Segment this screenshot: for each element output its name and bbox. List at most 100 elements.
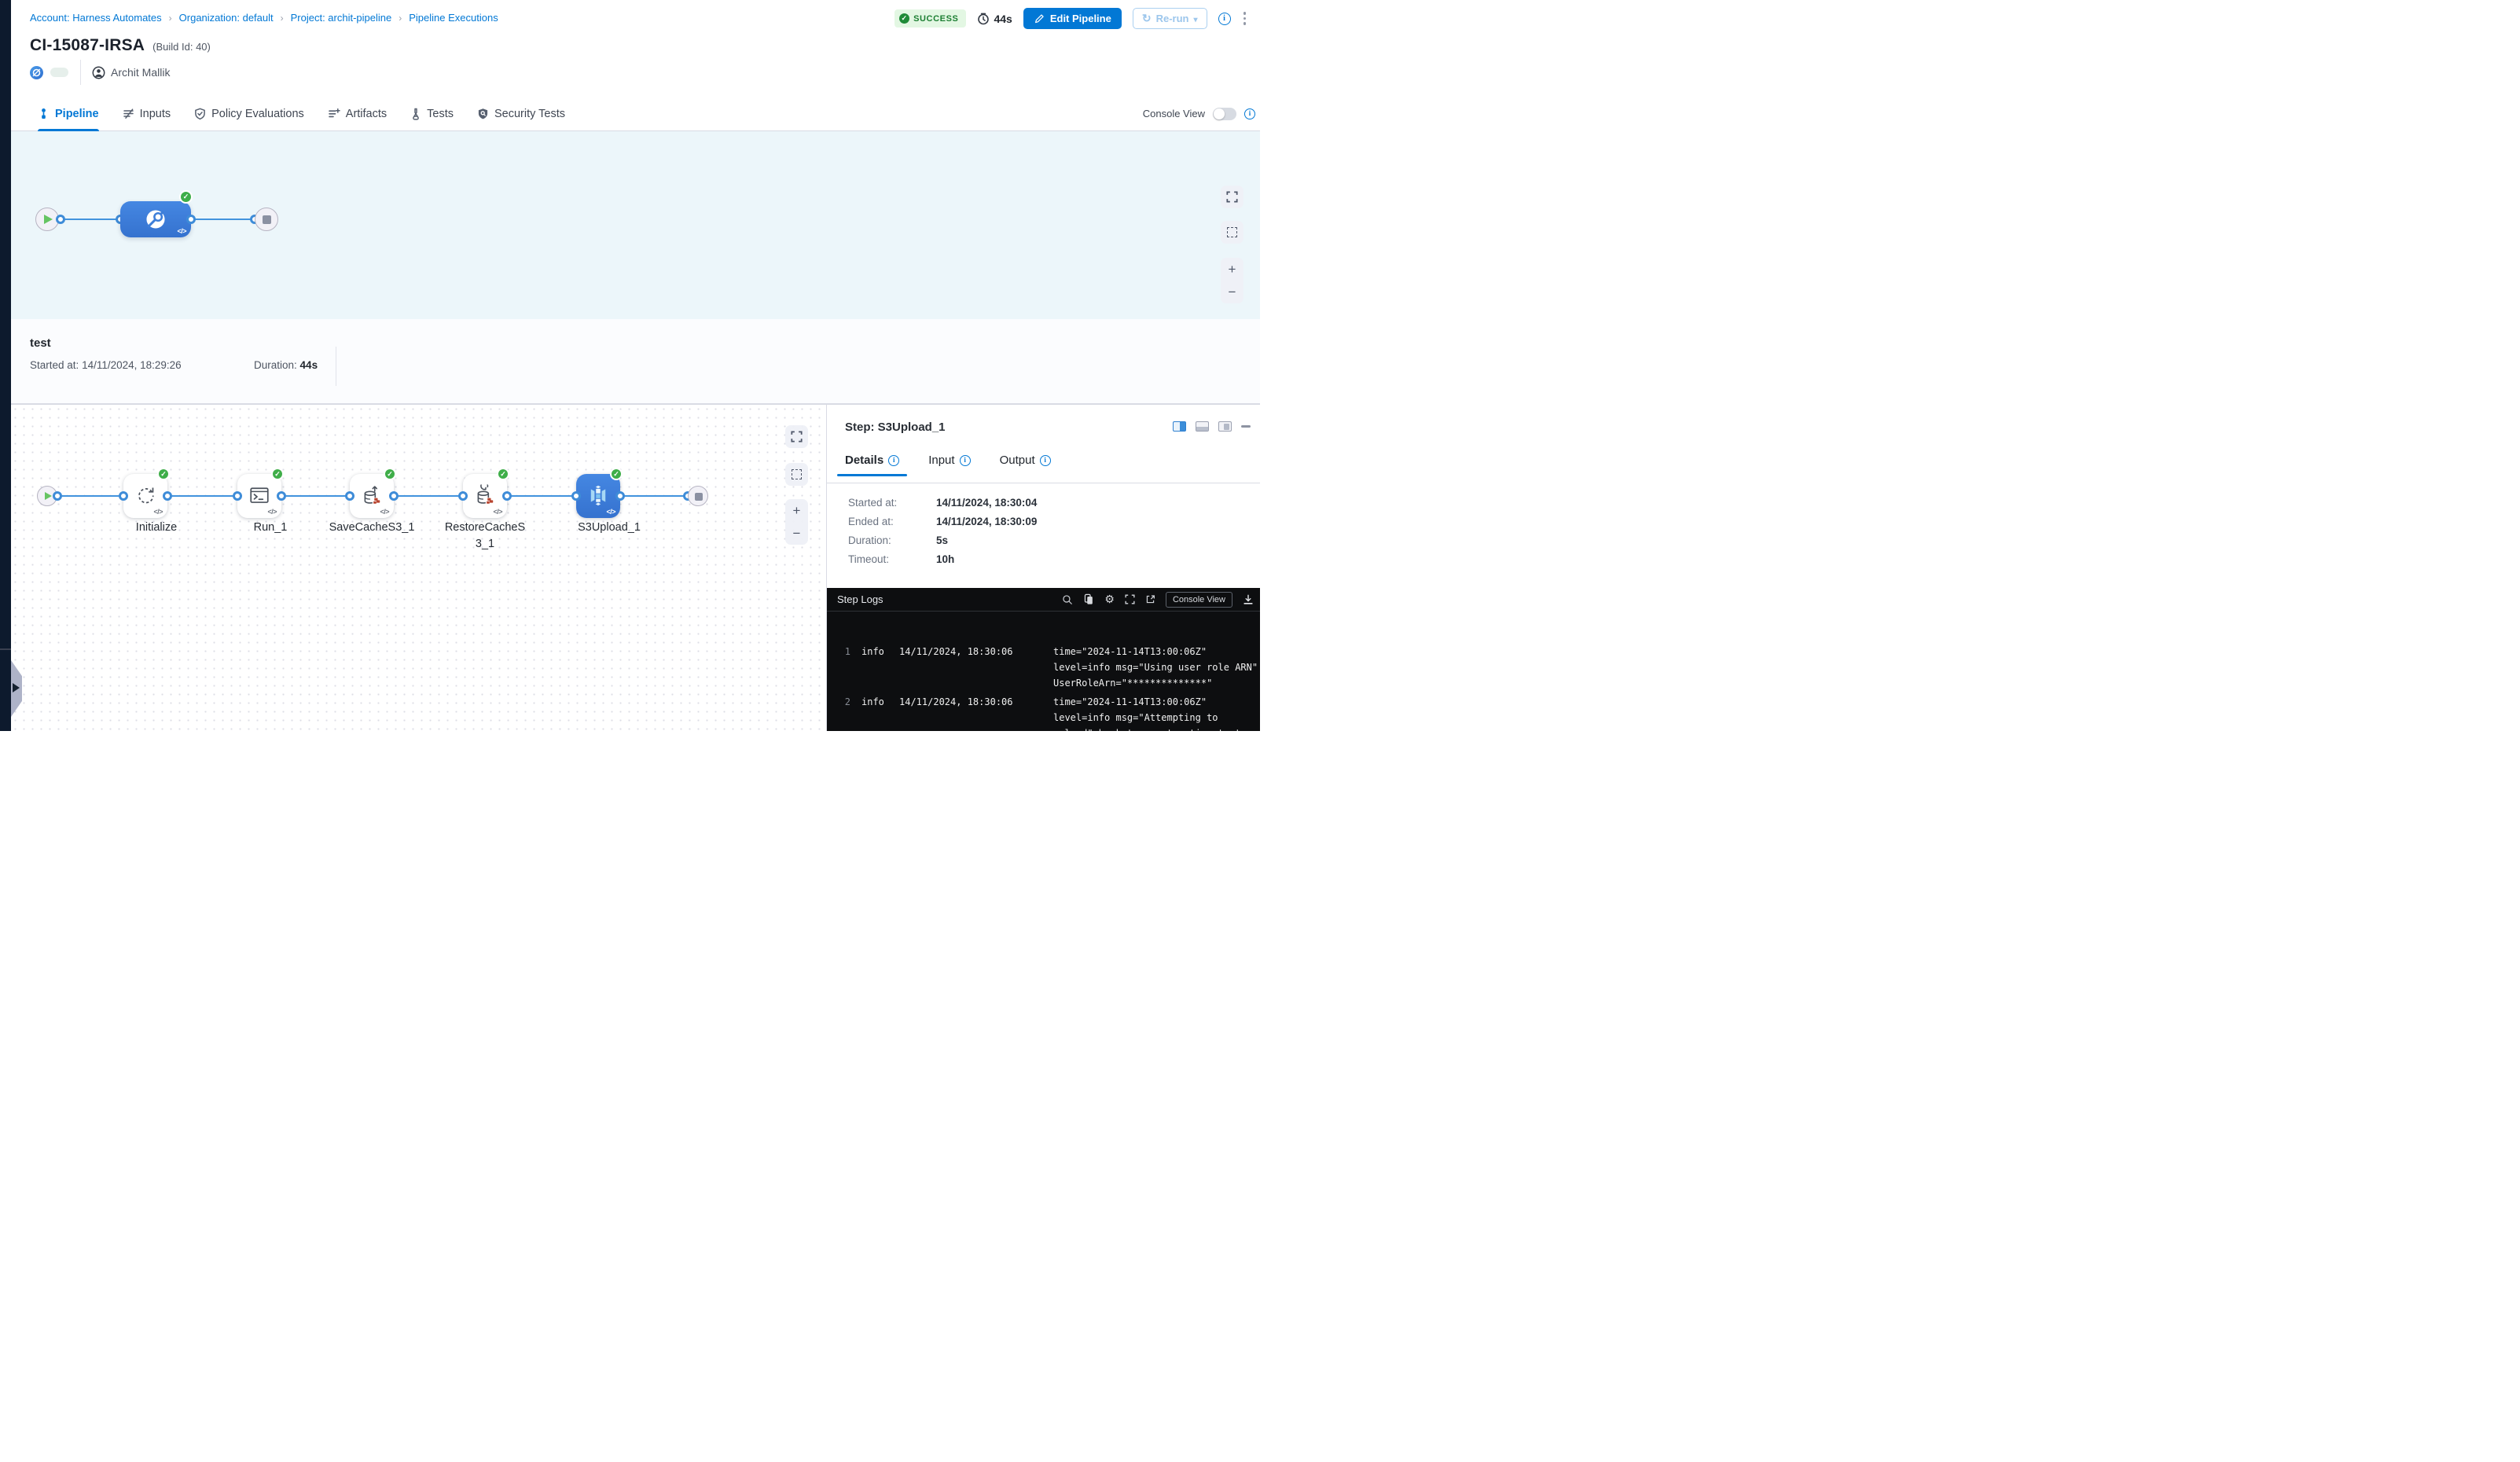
tab-label: Security Tests bbox=[494, 108, 565, 120]
step-node-s3upload-1[interactable]: </> bbox=[576, 474, 620, 518]
code-icon: </> bbox=[153, 508, 163, 516]
tab-inputs[interactable]: Inputs bbox=[123, 96, 171, 131]
info-icon: i bbox=[888, 455, 899, 466]
step-label[interactable]: Initialize bbox=[97, 520, 215, 536]
trigger-pill bbox=[50, 68, 68, 77]
info-icon[interactable]: i bbox=[1218, 13, 1231, 25]
caret-down-icon bbox=[1193, 13, 1197, 24]
graph-port bbox=[389, 491, 399, 501]
step-logs-header: Step Logs Console View bbox=[827, 588, 1260, 611]
graph-port bbox=[345, 491, 354, 501]
breadcrumb-organization[interactable]: Organization: default bbox=[179, 12, 274, 24]
inputs-icon bbox=[123, 108, 134, 119]
detail-value: 5s bbox=[936, 534, 948, 546]
step-label[interactable]: RestoreCacheS 3_1 bbox=[426, 520, 544, 553]
step-node-initialize[interactable]: </> bbox=[123, 474, 167, 518]
tab-label: Inputs bbox=[140, 108, 171, 120]
graph-edge bbox=[57, 495, 123, 498]
refresh-icon bbox=[1142, 12, 1152, 25]
more-options-menu[interactable] bbox=[1242, 10, 1248, 27]
open-external-icon[interactable] bbox=[1145, 594, 1155, 604]
marquee-select-button[interactable] bbox=[785, 463, 808, 486]
chevron-right-icon: › bbox=[281, 13, 284, 24]
shield-check-icon bbox=[194, 108, 206, 120]
zoom-out-button[interactable]: − bbox=[785, 522, 808, 545]
success-check-icon: ✓ bbox=[271, 468, 284, 480]
fullscreen-button[interactable] bbox=[785, 425, 808, 448]
step-node-restorecaches3-1[interactable]: </> bbox=[463, 474, 507, 518]
code-icon: </> bbox=[493, 508, 502, 516]
step-label[interactable]: S3Upload_1 bbox=[550, 520, 668, 536]
rerun-button[interactable]: Re-run bbox=[1133, 8, 1207, 29]
download-logs-icon[interactable] bbox=[1243, 594, 1254, 605]
tab-details[interactable]: Detailsi bbox=[845, 454, 899, 476]
duration-value: 44s bbox=[994, 13, 1012, 25]
graph-edge bbox=[167, 495, 237, 498]
split-right-view-icon[interactable] bbox=[1173, 421, 1186, 432]
tab-policy-evaluations[interactable]: Policy Evaluations bbox=[194, 96, 304, 131]
check-icon: ✓ bbox=[899, 13, 909, 24]
shield-search-icon bbox=[477, 108, 489, 120]
collapse-panel-icon[interactable] bbox=[1241, 425, 1251, 428]
step-label[interactable]: SaveCacheS3_1 bbox=[313, 520, 431, 536]
code-icon: </> bbox=[177, 227, 186, 235]
graph-port bbox=[56, 215, 65, 224]
panel-layout-controls bbox=[1173, 421, 1251, 432]
log-message: time="2024-11-14T13:00:06Z" level=info m… bbox=[1053, 694, 1260, 731]
log-timestamp: 14/11/2024, 18:30:06 bbox=[899, 694, 1042, 731]
zoom-controls: + − bbox=[1221, 258, 1243, 303]
clock-icon bbox=[977, 13, 990, 25]
user-name: Archit Mallik bbox=[111, 66, 170, 79]
execution-meta: Archit Mallik bbox=[30, 62, 170, 83]
step-panel-tabs: Detailsi Inputi Outputi bbox=[845, 454, 1051, 476]
code-icon: </> bbox=[606, 508, 615, 516]
tab-artifacts[interactable]: Artifacts bbox=[328, 96, 387, 131]
split-bottom-view-icon[interactable] bbox=[1196, 421, 1209, 432]
floating-view-icon[interactable] bbox=[1218, 421, 1232, 432]
graph-edge bbox=[281, 495, 350, 498]
flask-icon bbox=[410, 108, 421, 120]
sidebar-divider bbox=[0, 648, 11, 650]
tab-tests[interactable]: Tests bbox=[410, 96, 454, 131]
status-badge: ✓ SUCCESS bbox=[894, 9, 966, 28]
graph-edge bbox=[507, 495, 576, 498]
settings-gear-icon[interactable] bbox=[1104, 593, 1115, 606]
zoom-in-button[interactable]: + bbox=[785, 499, 808, 522]
breadcrumb-account[interactable]: Account: Harness Automates bbox=[30, 12, 162, 24]
detail-label: Timeout: bbox=[848, 553, 889, 565]
expand-logs-icon[interactable] bbox=[1125, 594, 1135, 604]
info-icon[interactable]: i bbox=[1244, 108, 1255, 119]
zoom-in-button[interactable]: + bbox=[1221, 258, 1243, 281]
graph-edge bbox=[61, 219, 120, 221]
marquee-icon bbox=[1227, 227, 1237, 237]
graph-port bbox=[53, 491, 62, 501]
s3-upload-icon bbox=[586, 483, 610, 507]
tab-pipeline[interactable]: Pipeline bbox=[38, 96, 99, 131]
stage-node-test[interactable]: </> bbox=[120, 201, 191, 237]
breadcrumb-pipeline-executions[interactable]: Pipeline Executions bbox=[409, 12, 498, 24]
tab-input[interactable]: Inputi bbox=[928, 454, 970, 476]
console-view-button[interactable]: Console View bbox=[1166, 592, 1232, 608]
tab-security-tests[interactable]: Security Tests bbox=[477, 96, 565, 131]
tab-output[interactable]: Outputi bbox=[1000, 454, 1051, 476]
search-icon[interactable] bbox=[1062, 594, 1073, 605]
step-node-savecaches3-1[interactable]: </> bbox=[350, 474, 394, 518]
log-message: time="2024-11-14T13:00:06Z" level=info m… bbox=[1053, 644, 1260, 691]
step-logs-body[interactable]: 1 info 14/11/2024, 18:30:06 time="2024-1… bbox=[827, 612, 1260, 731]
graph-port bbox=[163, 491, 172, 501]
zoom-out-button[interactable]: − bbox=[1221, 281, 1243, 303]
edit-pipeline-button[interactable]: Edit Pipeline bbox=[1023, 8, 1122, 29]
detail-label: Duration: bbox=[848, 534, 891, 546]
stage-graph-canvas[interactable]: </> ✓ test + − bbox=[11, 131, 1260, 319]
fullscreen-button[interactable] bbox=[1221, 186, 1243, 208]
initialize-icon bbox=[134, 484, 156, 506]
graph-port bbox=[277, 491, 286, 501]
breadcrumb-project[interactable]: Project: archit-pipeline bbox=[291, 12, 392, 24]
step-node-run-1[interactable]: </> bbox=[237, 474, 281, 518]
step-label[interactable]: Run_1 bbox=[211, 520, 329, 536]
tab-label: Policy Evaluations bbox=[211, 108, 304, 120]
execution-graph-canvas[interactable]: </> ✓ Initialize </> ✓ Run_1 bbox=[11, 404, 826, 731]
marquee-select-button[interactable] bbox=[1221, 221, 1243, 244]
copy-icon[interactable] bbox=[1083, 593, 1094, 605]
console-view-switch[interactable] bbox=[1213, 108, 1236, 120]
